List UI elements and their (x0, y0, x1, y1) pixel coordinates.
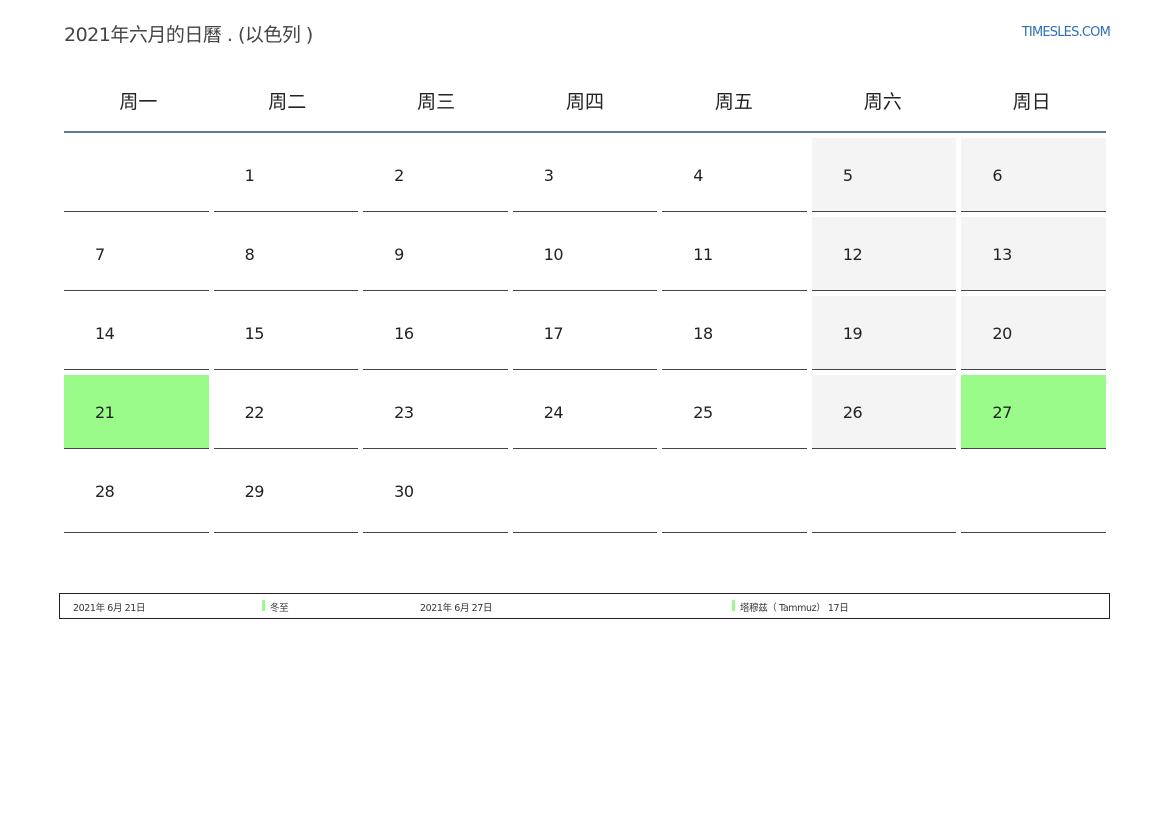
holiday-name: 冬至 (270, 603, 289, 614)
day-cell-weekend: 13 (961, 217, 1106, 291)
day-cell: 28 (64, 454, 209, 533)
day-number: 11 (693, 245, 713, 264)
day-cell: 29 (213, 454, 359, 533)
day-number: 23 (394, 403, 414, 422)
day-cell-weekend: 6 (961, 138, 1106, 212)
day-cell: 8 (213, 217, 359, 291)
day-number: 2 (394, 166, 404, 185)
day-cell: 23 (363, 375, 508, 449)
day-number: 28 (95, 482, 115, 501)
day-cell: 22 (213, 375, 359, 449)
day-number: 27 (992, 403, 1012, 422)
day-number: 18 (693, 324, 713, 343)
day-number: 14 (95, 324, 115, 343)
day-cell-empty (512, 454, 658, 533)
weekday-wed: 周三 (417, 91, 456, 113)
day-cell: 4 (662, 138, 807, 212)
day-cell (64, 138, 209, 212)
day-cell-holiday: 21 (64, 375, 209, 449)
day-cell: 11 (662, 217, 807, 291)
day-cell: 7 (64, 217, 209, 291)
day-cell: 30 (363, 454, 508, 533)
holiday-color-marker (262, 600, 265, 611)
day-cell-weekend: 12 (811, 217, 957, 291)
week-row-4: 21 22 23 24 25 26 27 (64, 375, 1106, 449)
day-cell: 24 (512, 375, 658, 449)
day-cell: 14 (64, 296, 209, 370)
week-row-3: 14 15 16 17 18 19 20 (64, 296, 1106, 370)
day-cell: 2 (363, 138, 508, 212)
day-cell-weekend: 20 (961, 296, 1106, 370)
day-cell: 9 (363, 217, 508, 291)
holiday-name: 塔穆兹（ Tammuz） 17日 (740, 603, 849, 614)
day-cell: 1 (213, 138, 359, 212)
day-cell-empty (811, 454, 957, 533)
day-number: 21 (95, 403, 115, 422)
day-number: 3 (543, 166, 554, 185)
day-number: 29 (244, 482, 265, 501)
weekday-sat: 周六 (863, 91, 902, 113)
day-number: 30 (394, 482, 414, 501)
day-number: 13 (992, 245, 1012, 264)
calendar-grid: 周一 周二 周三 周四 周五 周六 周日 1 2 3 4 5 6 7 8 9 1… (64, 70, 1106, 533)
day-cell-weekend: 5 (811, 138, 957, 212)
holiday-legend: 2021年 6月 21日 冬至 2021年 6月 27日 塔穆兹（ Tammuz… (59, 593, 1110, 619)
page-title: 2021年六月的日曆 . (以色列 ) (64, 24, 313, 46)
weekday-thu: 周四 (565, 91, 604, 113)
day-cell: 16 (363, 296, 508, 370)
day-cell-empty (961, 454, 1106, 533)
day-cell-weekend: 19 (811, 296, 957, 370)
week-row-1: 1 2 3 4 5 6 (64, 138, 1106, 212)
day-cell: 3 (512, 138, 658, 212)
day-cell: 18 (662, 296, 807, 370)
day-number: 25 (693, 403, 713, 422)
day-number: 9 (394, 245, 404, 264)
weekday-fri: 周五 (714, 91, 753, 113)
day-number: 19 (842, 324, 863, 343)
day-cell-holiday: 27 (961, 375, 1106, 449)
day-number: 17 (543, 324, 564, 343)
day-number: 22 (244, 403, 265, 422)
holiday-date: 2021年 6月 21日 (73, 603, 146, 614)
day-number: 4 (693, 166, 703, 185)
holiday-color-marker (732, 600, 735, 611)
holiday-date: 2021年 6月 27日 (420, 603, 493, 614)
brand-link[interactable]: TIMESLES.COM (1022, 25, 1111, 40)
day-cell: 15 (213, 296, 359, 370)
day-number: 16 (394, 324, 414, 343)
day-cell: 17 (512, 296, 658, 370)
day-number: 24 (543, 403, 564, 422)
day-cell-weekend: 26 (811, 375, 957, 449)
day-number: 6 (992, 166, 1003, 185)
week-row-5: 28 29 30 (64, 454, 1106, 533)
day-number: 5 (842, 166, 853, 185)
day-number: 10 (543, 245, 564, 264)
weekday-sun: 周日 (1012, 91, 1051, 113)
weekday-header: 周一 周二 周三 周四 周五 周六 周日 (64, 70, 1106, 133)
weekday-mon: 周一 (119, 91, 158, 113)
day-number: 20 (992, 324, 1012, 343)
day-number: 7 (95, 245, 105, 264)
weekday-tue: 周二 (268, 91, 307, 113)
day-number: 26 (842, 403, 863, 422)
day-cell-empty (662, 454, 807, 533)
day-cell: 25 (662, 375, 807, 449)
day-number: 1 (244, 166, 255, 185)
day-number: 8 (244, 245, 255, 264)
day-cell: 10 (512, 217, 658, 291)
day-number: 12 (842, 245, 863, 264)
day-number: 15 (244, 324, 265, 343)
week-row-2: 7 8 9 10 11 12 13 (64, 217, 1106, 291)
